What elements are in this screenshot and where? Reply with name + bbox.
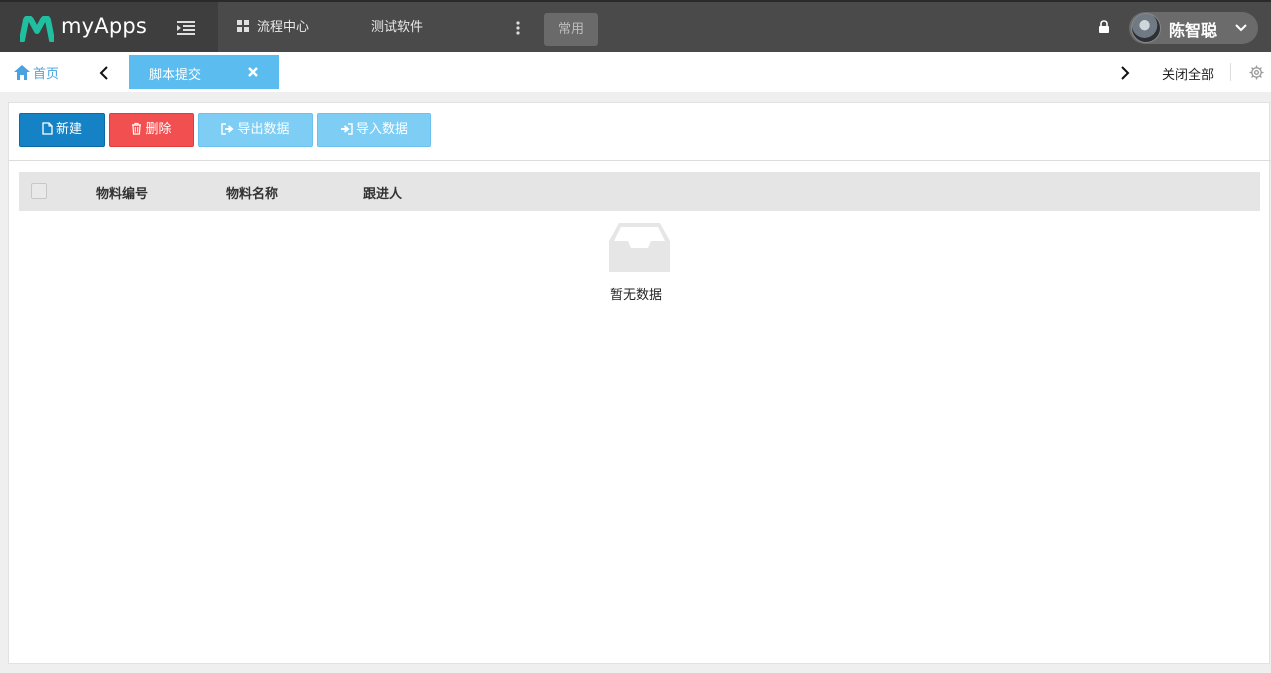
table-header: 物料编号 物料名称 跟进人 xyxy=(19,172,1260,211)
main-panel: 新建 删除 导出数据 导入数据 物料编号 物料名称 跟进人 暂无数据 xyxy=(8,102,1271,664)
nav-common-button[interactable]: 常用 xyxy=(544,13,598,46)
column-header-material-code[interactable]: 物料编号 xyxy=(96,183,148,202)
nav-flow-center-label: 流程中心 xyxy=(257,20,310,35)
select-all-checkbox[interactable] xyxy=(31,183,47,199)
close-all-tabs-button[interactable]: 关闭全部 xyxy=(1162,64,1214,83)
user-menu[interactable]: 陈智聪 xyxy=(1129,12,1258,44)
export-icon xyxy=(221,123,235,135)
user-name: 陈智聪 xyxy=(1169,21,1218,40)
close-icon[interactable] xyxy=(247,66,259,78)
delete-button[interactable]: 删除 xyxy=(109,113,194,147)
import-data-button[interactable]: 导入数据 xyxy=(317,113,431,147)
chevron-right-icon[interactable] xyxy=(1120,66,1130,80)
chevron-down-icon xyxy=(1235,24,1247,32)
toolbar-divider xyxy=(9,160,1271,161)
chevron-left-icon[interactable] xyxy=(99,66,109,80)
file-icon xyxy=(42,122,53,135)
home-icon xyxy=(14,65,30,80)
import-data-label: 导入数据 xyxy=(355,122,408,137)
empty-inbox-icon xyxy=(609,223,670,272)
new-button-label: 新建 xyxy=(55,122,82,137)
empty-state-text: 暂无数据 xyxy=(610,288,663,303)
tab-script-submit-label: 脚本提交 xyxy=(149,68,202,83)
app-name: myApps xyxy=(61,14,148,38)
lock-icon[interactable] xyxy=(1098,20,1110,34)
tab-home-label: 首页 xyxy=(33,67,60,82)
column-header-material-name[interactable]: 物料名称 xyxy=(226,183,278,202)
brand-area: myApps xyxy=(0,2,218,52)
tab-home[interactable]: 首页 xyxy=(14,63,59,82)
myapps-logo-icon xyxy=(20,16,54,42)
tab-bar: 首页 脚本提交 关闭全部 xyxy=(0,52,1271,92)
menu-toggle-icon[interactable] xyxy=(177,21,195,35)
grid-icon xyxy=(237,20,249,32)
nav-flow-center[interactable]: 流程中心 xyxy=(237,18,309,38)
avatar xyxy=(1131,13,1161,43)
export-data-label: 导出数据 xyxy=(237,122,290,137)
column-header-follower[interactable]: 跟进人 xyxy=(363,183,402,202)
tab-script-submit[interactable]: 脚本提交 xyxy=(129,55,279,89)
export-data-button[interactable]: 导出数据 xyxy=(198,113,313,147)
trash-icon xyxy=(132,122,142,135)
nav-test-software[interactable]: 测试软件 xyxy=(371,18,423,38)
tab-divider xyxy=(1230,63,1231,81)
more-vertical-icon[interactable] xyxy=(512,20,524,36)
gear-icon[interactable] xyxy=(1249,65,1264,80)
delete-button-label: 删除 xyxy=(145,122,172,137)
import-icon xyxy=(340,123,353,135)
new-button[interactable]: 新建 xyxy=(19,113,105,147)
top-navbar: myApps 流程中心 测试软件 常用 陈智聪 xyxy=(0,0,1271,52)
